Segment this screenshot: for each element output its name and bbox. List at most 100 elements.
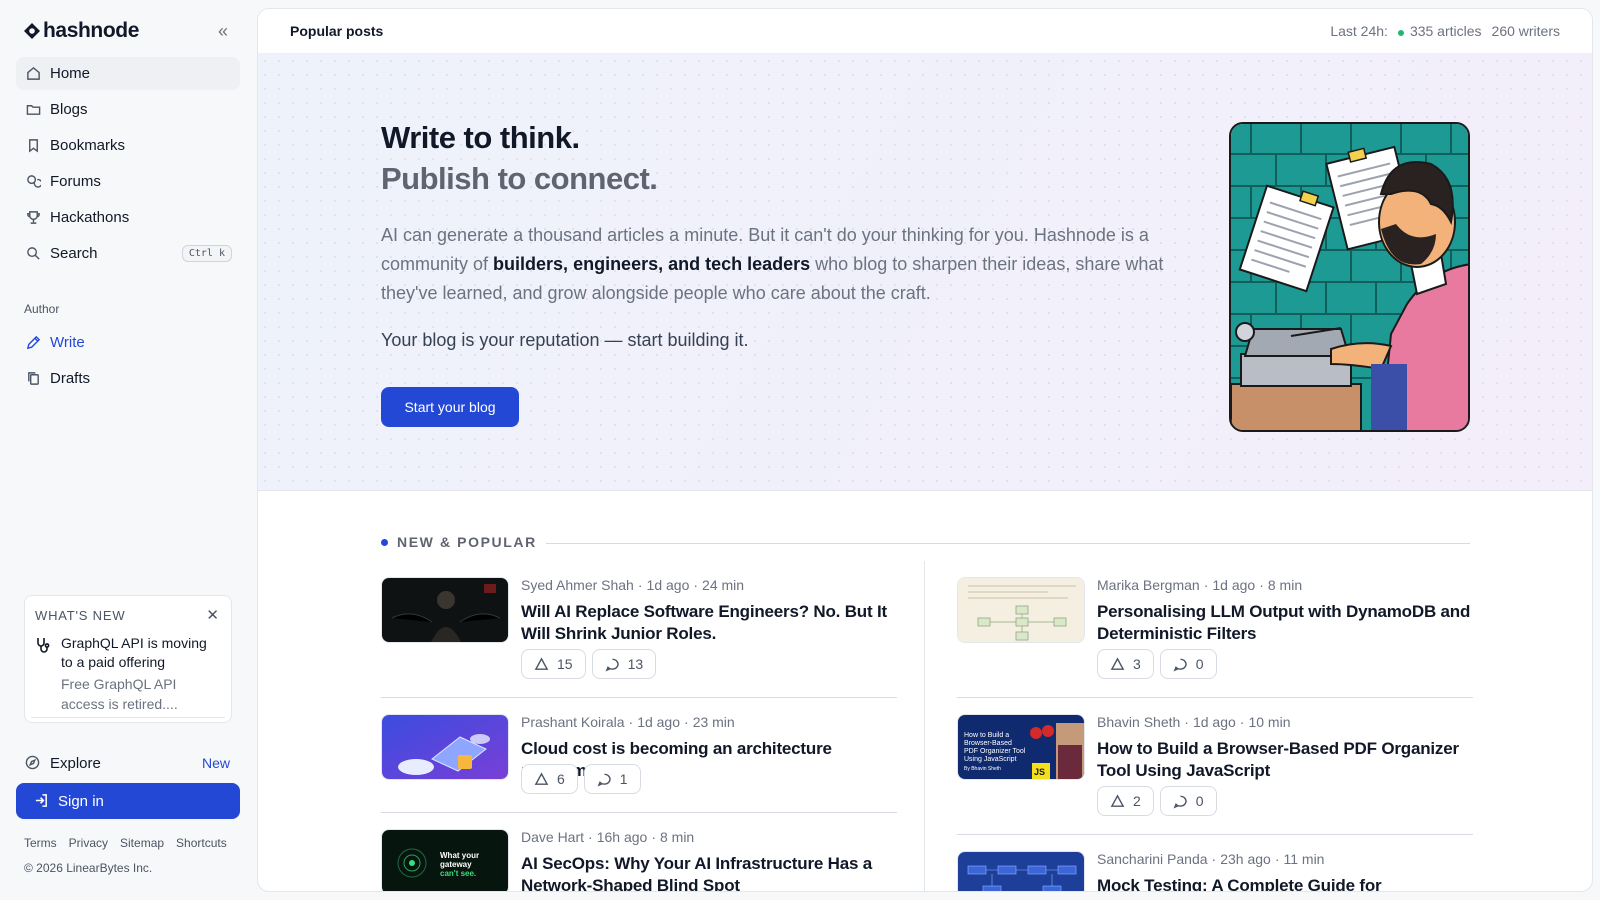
nav-item-search[interactable]: Search Ctrl k xyxy=(16,237,240,270)
sign-in-button[interactable]: Sign in xyxy=(16,783,240,819)
author-section-label: Author xyxy=(24,302,60,316)
post-author[interactable]: Syed Ahmer Shah xyxy=(521,577,634,593)
post-thumbnail[interactable] xyxy=(957,851,1085,891)
nav-label: Blogs xyxy=(50,101,88,118)
logo-text: hashnode xyxy=(43,19,139,42)
post-title[interactable]: Will AI Replace Software Engineers? No. … xyxy=(521,601,897,645)
close-icon[interactable]: ✕ xyxy=(205,606,221,624)
nav-item-write[interactable]: Write xyxy=(16,326,240,359)
post-card[interactable]: What your gateway can't see. Dave Hart · 1… xyxy=(381,829,897,891)
post-card[interactable]: Sancharini Panda · 23h ago · 11 min Mock Tes… xyxy=(957,851,1473,891)
whats-new-card[interactable]: WHAT'S NEW ✕ GraphQL API is moving to a … xyxy=(24,595,232,723)
like-count: 15 xyxy=(557,656,573,672)
post-thumbnail[interactable] xyxy=(957,577,1085,643)
nav-item-blogs[interactable]: Blogs xyxy=(16,93,240,126)
footer-link-sitemap[interactable]: Sitemap xyxy=(120,836,164,850)
post-card[interactable]: Prashant Koirala · 1d ago · 23 min Cloud cos… xyxy=(381,714,897,804)
forums-icon xyxy=(25,174,41,190)
post-thumbnail[interactable] xyxy=(381,714,509,780)
nav-item-hackathons[interactable]: Hackathons xyxy=(16,201,240,234)
post-thumbnail[interactable]: How to Build a Browser-Based PDF Organiz… xyxy=(957,714,1085,780)
nav-label: Forums xyxy=(50,173,101,190)
post-author[interactable]: Marika Bergman xyxy=(1097,577,1200,593)
post-title[interactable]: Mock Testing: A Complete Guide for Devel… xyxy=(1097,875,1473,891)
post-read-time: 10 min xyxy=(1248,714,1291,730)
logo-row: hashnode « xyxy=(24,18,234,44)
home-icon xyxy=(25,66,41,82)
nav-item-forums[interactable]: Forums xyxy=(16,165,240,198)
post-author[interactable]: Bhavin Sheth xyxy=(1097,714,1180,730)
nav-item-bookmarks[interactable]: Bookmarks xyxy=(16,129,240,162)
hero-tagline: Your blog is your reputation — start bui… xyxy=(381,330,749,350)
hashnode-logo[interactable]: hashnode xyxy=(24,19,139,43)
post-meta: Sancharini Panda · 23h ago · 11 min xyxy=(1097,851,1325,867)
collapse-sidebar-icon[interactable]: « xyxy=(212,20,234,42)
post-title[interactable]: How to Build a Browser-Based PDF Organiz… xyxy=(1097,738,1473,782)
post-card[interactable]: Syed Ahmer Shah · 1d ago · 24 min Will AI Re… xyxy=(381,577,897,687)
like-count: 3 xyxy=(1133,656,1141,672)
nav-item-drafts[interactable]: Drafts xyxy=(16,362,240,395)
online-dot-icon xyxy=(1397,30,1404,36)
page-title: Popular posts xyxy=(290,23,384,39)
post-author[interactable]: Prashant Koirala xyxy=(521,714,625,730)
nav-item-home[interactable]: Home xyxy=(16,57,240,90)
footer-links: Terms Privacy Sitemap Shortcuts xyxy=(24,836,227,850)
hero-headline-1: Write to think. xyxy=(381,120,580,155)
like-button[interactable]: 2 xyxy=(1097,786,1154,816)
row-separator xyxy=(381,812,897,813)
footer-link-terms[interactable]: Terms xyxy=(24,836,57,850)
search-icon xyxy=(25,246,41,262)
like-icon xyxy=(534,656,549,672)
thumb-text: What your xyxy=(440,851,479,860)
footer-link-shortcuts[interactable]: Shortcuts xyxy=(176,836,227,850)
like-icon xyxy=(1110,656,1125,672)
explore-link[interactable]: Explore New xyxy=(16,747,240,779)
thumb-text: Browser-Based xyxy=(964,740,1012,747)
post-title[interactable]: Personalising LLM Output with DynamoDB a… xyxy=(1097,601,1473,645)
comment-button[interactable]: 0 xyxy=(1159,786,1217,816)
stats-label: Last 24h: xyxy=(1330,23,1388,39)
explore-label: Explore xyxy=(50,754,101,772)
hashnode-logo-icon xyxy=(24,23,40,39)
post-card[interactable]: Marika Bergman · 1d ago · 8 min Personalisin… xyxy=(957,577,1473,687)
post-author[interactable]: Sancharini Panda xyxy=(1097,851,1208,867)
post-card[interactable]: How to Build a Browser-Based PDF Organiz… xyxy=(957,714,1473,824)
hero-paragraph-bold: builders, engineers, and tech leaders xyxy=(493,254,811,274)
articles-text: 335 articles xyxy=(1409,23,1482,39)
comment-count: 0 xyxy=(1195,793,1204,809)
like-button[interactable]: 3 xyxy=(1097,649,1154,679)
footer-link-privacy[interactable]: Privacy xyxy=(69,836,108,850)
section-dot-icon xyxy=(381,538,388,546)
start-blog-button[interactable]: Start your blog xyxy=(381,387,519,427)
post-time: 1d ago xyxy=(637,714,681,730)
whats-new-title: GraphQL API is moving to a paid offering xyxy=(61,635,207,670)
like-button[interactable]: 15 xyxy=(521,649,586,679)
post-time: 1d ago xyxy=(1192,714,1236,730)
new-badge: New xyxy=(201,755,230,771)
post-title[interactable]: AI SecOps: Why Your AI Infrastructure Ha… xyxy=(521,853,897,891)
comment-button[interactable]: 13 xyxy=(591,649,657,679)
thumb-text: can't see. xyxy=(440,869,476,878)
post-thumbnail[interactable] xyxy=(381,577,509,643)
nav-label: Bookmarks xyxy=(50,137,126,154)
post-time: 16h ago xyxy=(596,829,648,845)
comment-button[interactable]: 0 xyxy=(1159,649,1217,679)
whats-new-heading: WHAT'S NEW xyxy=(35,607,126,623)
thumb-text: Using JavaScript xyxy=(964,756,1017,763)
hero-illustration xyxy=(1229,122,1470,432)
search-shortcut: Ctrl k xyxy=(181,245,232,262)
post-author[interactable]: Dave Hart xyxy=(521,829,584,845)
like-count: 6 xyxy=(557,771,565,787)
post-actions: 15 13 xyxy=(521,649,657,679)
like-icon xyxy=(1110,793,1125,809)
post-thumbnail[interactable]: What your gateway can't see. xyxy=(381,829,509,891)
like-button[interactable]: 6 xyxy=(521,764,578,794)
pen-icon xyxy=(25,335,41,351)
comment-icon xyxy=(605,657,620,672)
nav-label: Hackathons xyxy=(50,209,130,226)
section-title-text: NEW & POPULAR xyxy=(397,534,537,550)
comment-button[interactable]: 1 xyxy=(583,764,641,794)
main-nav: Home Blogs Bookmarks Forums Hackathons S… xyxy=(16,57,240,273)
bookmark-icon xyxy=(25,138,41,154)
post-actions: 6 1 xyxy=(521,764,641,794)
